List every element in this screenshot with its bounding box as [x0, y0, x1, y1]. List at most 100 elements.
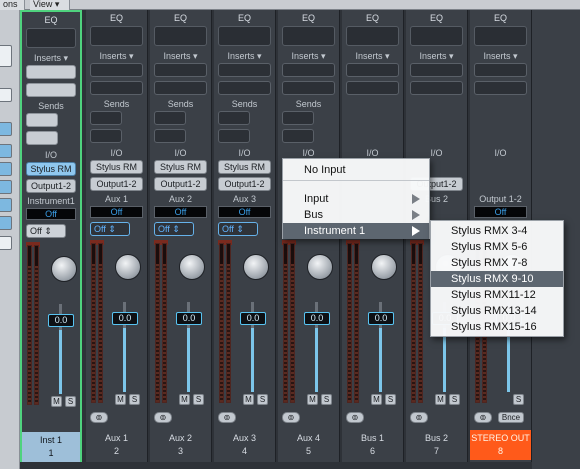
input-slot[interactable]: Stylus RM — [154, 160, 207, 174]
link-icon[interactable]: ⊚ — [410, 412, 428, 423]
group-select[interactable]: Off ⇕ — [218, 222, 258, 236]
insert-slot[interactable] — [282, 81, 335, 95]
mute-button[interactable]: M — [435, 394, 446, 405]
options-menu[interactable]: ons ▾ — [0, 0, 25, 18]
solo-button[interactable]: S — [129, 394, 140, 405]
level-readout[interactable]: 0.0 — [304, 312, 330, 325]
insert-slot[interactable] — [282, 63, 335, 77]
link-icon[interactable]: ⊚ — [474, 412, 492, 423]
eq-display[interactable] — [282, 26, 335, 46]
send-slot[interactable] — [90, 129, 122, 143]
send-slot[interactable] — [218, 129, 250, 143]
inserts-menu[interactable]: Inserts ▾ — [22, 53, 80, 64]
insert-slot[interactable] — [90, 81, 143, 95]
submenu-item[interactable]: Stylus RMX 5-6 — [431, 239, 563, 255]
link-icon[interactable]: ⊚ — [282, 412, 300, 423]
solo-button[interactable]: S — [65, 396, 76, 407]
insert-slot[interactable] — [474, 63, 527, 77]
menu-item-bus[interactable]: Bus — [283, 207, 429, 223]
submenu-item[interactable]: Stylus RMX11-12 — [431, 287, 563, 303]
eq-display[interactable] — [346, 26, 399, 46]
inserts-menu[interactable]: Inserts ▾ — [278, 51, 339, 62]
pan-knob[interactable] — [115, 254, 141, 280]
submenu-item[interactable]: Stylus RMX13-14 — [431, 303, 563, 319]
insert-slot[interactable] — [218, 81, 271, 95]
link-icon[interactable]: ⊚ — [346, 412, 364, 423]
pan-knob[interactable] — [51, 256, 77, 282]
solo-button[interactable]: S — [193, 394, 204, 405]
eq-display[interactable] — [410, 26, 463, 46]
pan-knob[interactable] — [243, 254, 269, 280]
solo-button[interactable]: S — [449, 394, 460, 405]
send-slot[interactable] — [26, 113, 58, 127]
level-readout[interactable]: 0.0 — [368, 312, 394, 325]
view-menu[interactable]: View ▾ — [30, 0, 70, 10]
send-slot[interactable] — [282, 111, 314, 125]
input-slot[interactable]: Stylus RM — [90, 160, 143, 174]
solo-button[interactable]: S — [513, 394, 524, 405]
send-slot[interactable] — [154, 129, 186, 143]
mute-button[interactable]: M — [179, 394, 190, 405]
channel-name[interactable]: Bus 1 6 — [342, 430, 403, 460]
inserts-menu[interactable]: Inserts ▾ — [150, 51, 211, 62]
insert-slot[interactable] — [154, 81, 207, 95]
insert-slot[interactable] — [474, 81, 527, 95]
automation-mode[interactable]: Off — [26, 208, 76, 220]
submenu-item[interactable]: Stylus RMX15-16 — [431, 319, 563, 335]
eq-display[interactable] — [90, 26, 143, 46]
send-slot[interactable] — [154, 111, 186, 125]
left-panel-button[interactable] — [0, 198, 12, 212]
insert-slot[interactable] — [26, 65, 76, 79]
inserts-menu[interactable]: Inserts ▾ — [406, 51, 467, 62]
group-select[interactable]: Off ⇕ — [154, 222, 194, 236]
automation-mode[interactable]: Off — [154, 206, 207, 218]
insert-slot[interactable] — [154, 63, 207, 77]
insert-slot[interactable] — [410, 81, 463, 95]
mute-button[interactable]: M — [51, 396, 62, 407]
insert-slot[interactable] — [218, 63, 271, 77]
solo-button[interactable]: S — [385, 394, 396, 405]
channel-name[interactable]: Aux 1 2 — [86, 430, 147, 460]
menu-item-input[interactable]: Input — [283, 191, 429, 207]
submenu-item[interactable]: Stylus RMX 3-4 — [431, 223, 563, 239]
input-slot[interactable]: Stylus RM — [218, 160, 271, 174]
mute-button[interactable]: M — [243, 394, 254, 405]
mute-button[interactable]: M — [307, 394, 318, 405]
eq-display[interactable] — [26, 28, 76, 48]
left-panel-button[interactable] — [0, 144, 12, 158]
channel-name[interactable]: STEREO OUT 8 — [470, 430, 531, 460]
mute-button[interactable]: M — [371, 394, 382, 405]
pan-knob[interactable] — [371, 254, 397, 280]
eq-display[interactable] — [474, 26, 527, 46]
send-slot[interactable] — [26, 131, 58, 145]
solo-button[interactable]: S — [257, 394, 268, 405]
pan-knob[interactable] — [307, 254, 333, 280]
inserts-menu[interactable]: Inserts ▾ — [214, 51, 275, 62]
channel-name[interactable]: Aux 3 4 — [214, 430, 275, 460]
inserts-menu[interactable]: Inserts ▾ — [470, 51, 531, 62]
pan-knob[interactable] — [179, 254, 205, 280]
send-slot[interactable] — [90, 111, 122, 125]
insert-slot[interactable] — [410, 63, 463, 77]
left-panel-button[interactable] — [0, 236, 12, 250]
menu-item-no-input[interactable]: No Input — [283, 162, 429, 178]
insert-slot[interactable] — [346, 81, 399, 95]
left-panel-button[interactable] — [0, 88, 12, 102]
link-icon[interactable]: ⊚ — [154, 412, 172, 423]
group-select[interactable]: Off ⇕ — [90, 222, 130, 236]
channel-name[interactable]: Bus 2 7 — [406, 430, 467, 460]
level-readout[interactable]: 0.0 — [48, 314, 74, 327]
channel-name[interactable]: Aux 2 3 — [150, 430, 211, 460]
channel-name[interactable]: Inst 1 1 — [22, 432, 80, 462]
input-slot[interactable]: Stylus RM — [26, 162, 76, 176]
hand-tool-icon[interactable] — [0, 45, 12, 67]
insert-slot[interactable] — [26, 83, 76, 97]
channel-name[interactable]: Aux 4 5 — [278, 430, 339, 460]
link-icon[interactable]: ⊚ — [90, 412, 108, 423]
level-readout[interactable]: 0.0 — [112, 312, 138, 325]
send-slot[interactable] — [218, 111, 250, 125]
link-icon[interactable]: ⊚ — [218, 412, 236, 423]
output-slot[interactable]: Output1-2 — [218, 177, 271, 191]
menu-item-instrument-1[interactable]: Instrument 1 — [283, 223, 429, 239]
group-select[interactable]: Off ⇕ — [26, 224, 66, 238]
